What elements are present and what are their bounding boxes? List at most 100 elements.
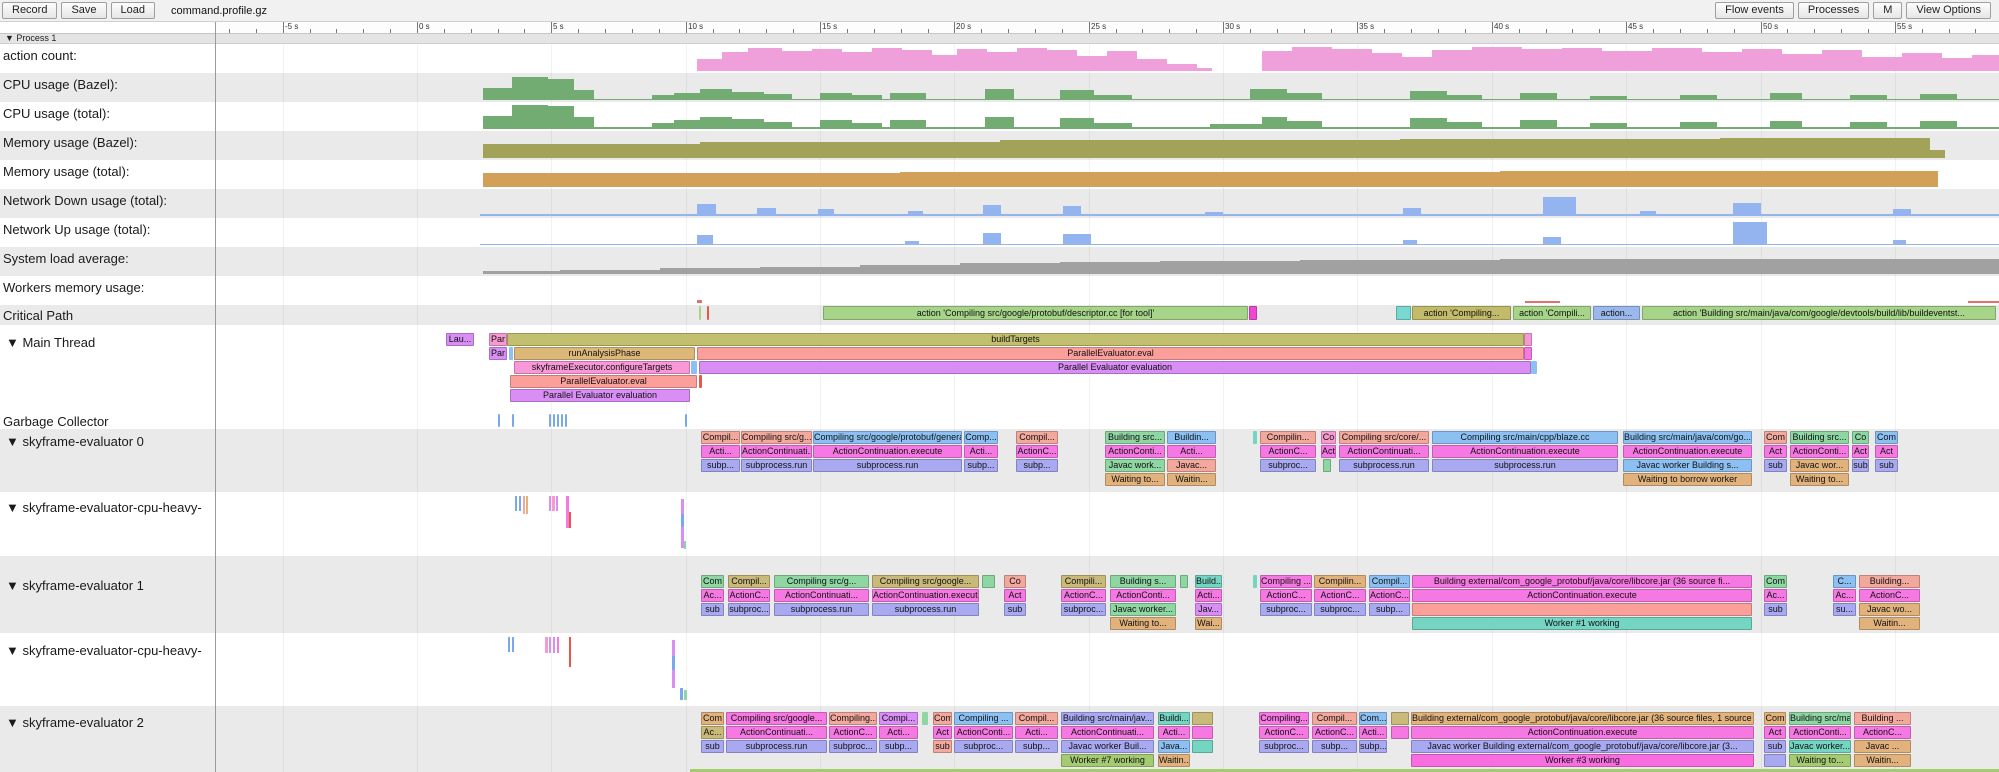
trace-span[interactable] — [1253, 431, 1257, 444]
trace-span[interactable]: ActionConti... — [1105, 445, 1165, 458]
trace-span[interactable]: Act — [933, 726, 952, 739]
trace-span[interactable]: Compiling src/main/cpp/blaze.cc — [1432, 431, 1618, 444]
trace-span[interactable]: Ac... — [701, 589, 724, 602]
trace-span[interactable]: Lau... — [446, 333, 474, 346]
trace-span[interactable] — [691, 361, 697, 374]
counter-bar-segment[interactable] — [697, 59, 722, 71]
trace-span[interactable]: Compil... — [1016, 431, 1058, 444]
counter-bar-segment[interactable] — [1862, 57, 1902, 71]
trace-span[interactable]: ActionC... — [1260, 589, 1312, 602]
trace-span[interactable]: Compilin... — [1260, 431, 1316, 444]
counter-bar-segment[interactable] — [652, 95, 674, 100]
counter-bar-segment[interactable] — [512, 77, 548, 100]
trace-span[interactable]: Wai... — [1195, 617, 1222, 630]
trace-span[interactable]: Ac... — [1764, 589, 1787, 602]
trace-span[interactable]: Waiting to borrow worker — [1623, 473, 1752, 486]
trace-span[interactable] — [1192, 740, 1213, 753]
trace-span[interactable]: ActionC... — [1259, 726, 1309, 739]
trace-span[interactable]: Parallel Evaluator evaluation — [510, 389, 690, 402]
trace-span[interactable]: subprocess.run — [1339, 459, 1429, 472]
trace-span[interactable] — [561, 414, 563, 427]
counter-bar-segment[interactable] — [1197, 68, 1212, 71]
trace-span[interactable]: ActionC... — [1061, 589, 1106, 602]
trace-span[interactable]: ActionC... — [1312, 726, 1357, 739]
counter-bar-segment[interactable] — [1500, 171, 1938, 187]
counter-bar-segment[interactable] — [722, 52, 748, 71]
trace-span[interactable]: Worker #1 working — [1412, 617, 1752, 630]
trace-span[interactable] — [1192, 712, 1213, 725]
counter-bar-segment[interactable] — [700, 142, 1000, 158]
counter-bar-segment[interactable] — [1472, 47, 1522, 71]
trace-span[interactable] — [1180, 575, 1188, 588]
trace-span[interactable]: Building src... — [1105, 431, 1165, 444]
trace-span[interactable]: Compiling src/core/... — [1339, 431, 1429, 444]
trace-span[interactable] — [1412, 603, 1752, 616]
trace-span[interactable]: ActionContinuation.execute — [1623, 445, 1752, 458]
counter-bar-segment[interactable] — [760, 267, 860, 274]
trace-span[interactable]: Co — [1852, 431, 1869, 444]
trace-span[interactable]: ActionConti... — [1110, 589, 1176, 602]
trace-span[interactable]: Parallel Evaluator evaluation — [699, 361, 1531, 374]
trace-span[interactable]: action 'Compiling... — [1412, 306, 1511, 320]
trace-span[interactable]: Compiling... — [1259, 712, 1309, 725]
trace-span[interactable]: Waiting to... — [1110, 617, 1176, 630]
trace-span[interactable]: Compiling ... — [1260, 575, 1312, 588]
counter-bar-segment[interactable] — [1920, 94, 1957, 100]
thread-label-5[interactable]: ▼ skyframe-evaluator-cpu-heavy- — [6, 643, 202, 658]
counter-bar-segment[interactable] — [1410, 91, 1447, 100]
counter-bar-segment[interactable] — [1432, 50, 1472, 71]
trace-span[interactable]: runAnalysisPhase — [514, 347, 695, 360]
trace-span[interactable]: ActionContinuati... — [774, 589, 869, 602]
trace-span[interactable] — [1396, 306, 1411, 320]
counter-bar-segment[interactable] — [697, 235, 713, 245]
record-button[interactable]: Record — [2, 2, 57, 19]
counter-bar-segment[interactable] — [700, 89, 732, 100]
counter-bar-segment[interactable] — [1210, 124, 1262, 129]
trace-span[interactable]: Ac... — [701, 726, 724, 739]
trace-span[interactable]: Com... — [1359, 712, 1387, 725]
counter-bar-segment[interactable] — [1403, 208, 1421, 216]
counter-bar-segment[interactable] — [1400, 139, 1720, 158]
counter-bar-segment[interactable] — [1590, 96, 1627, 100]
trace-span[interactable]: Compiling src/g... — [741, 431, 812, 444]
counter-bar-segment[interactable] — [1403, 240, 1417, 245]
trace-span[interactable]: Compiling src/g... — [774, 575, 869, 588]
trace-mark[interactable] — [512, 637, 514, 652]
trace-span[interactable]: subproc... — [829, 740, 877, 753]
trace-span[interactable] — [512, 414, 514, 427]
counter-bar-segment[interactable] — [1680, 95, 1717, 100]
trace-span[interactable]: ActionContinuati... — [726, 726, 827, 739]
counter-bar-segment[interactable] — [1060, 118, 1094, 129]
counter-bar-segment[interactable] — [764, 122, 792, 129]
trace-span[interactable] — [1323, 459, 1331, 472]
trace-span[interactable]: action 'Building src/main/java/com/googl… — [1642, 306, 1996, 320]
trace-span[interactable]: Jav... — [1195, 603, 1222, 616]
counter-bar-segment[interactable] — [483, 173, 900, 187]
trace-span[interactable] — [557, 414, 559, 427]
trace-span[interactable]: Acti... — [1015, 726, 1058, 739]
trace-span[interactable]: Building src/main/java/com/go... — [1623, 431, 1752, 444]
trace-span[interactable]: sub — [1875, 459, 1898, 472]
counter-bar-segment[interactable] — [1700, 259, 1999, 274]
counter-bar-segment[interactable] — [560, 270, 660, 274]
counter-bar-segment[interactable] — [890, 93, 926, 100]
trace-span[interactable]: Building s... — [1110, 575, 1176, 588]
counter-bar-segment[interactable] — [732, 119, 764, 129]
trace-span[interactable]: sub — [701, 740, 724, 753]
counter-bar-segment[interactable] — [1000, 140, 1400, 158]
counter-bar-segment[interactable] — [1292, 47, 1332, 71]
counter-bar-segment[interactable] — [1602, 51, 1652, 71]
trace-span[interactable]: Javac ... — [1854, 740, 1911, 753]
trace-span[interactable]: sub — [1764, 603, 1787, 616]
trace-span[interactable]: Act — [1004, 589, 1026, 602]
trace-span[interactable]: Act — [1875, 445, 1898, 458]
counter-bar-segment[interactable] — [1077, 56, 1107, 71]
counter-bar-segment[interactable] — [1332, 49, 1372, 71]
trace-span[interactable]: Javac wor... — [1790, 459, 1849, 472]
trace-span[interactable] — [685, 414, 687, 427]
trace-span[interactable]: action 'Compiling src/google/protobuf/de… — [823, 306, 1248, 320]
trace-mark[interactable] — [515, 496, 517, 511]
counter-bar-segment[interactable] — [548, 106, 574, 129]
trace-span[interactable]: Compil... — [701, 431, 740, 444]
trace-span[interactable]: subp... — [701, 459, 740, 472]
